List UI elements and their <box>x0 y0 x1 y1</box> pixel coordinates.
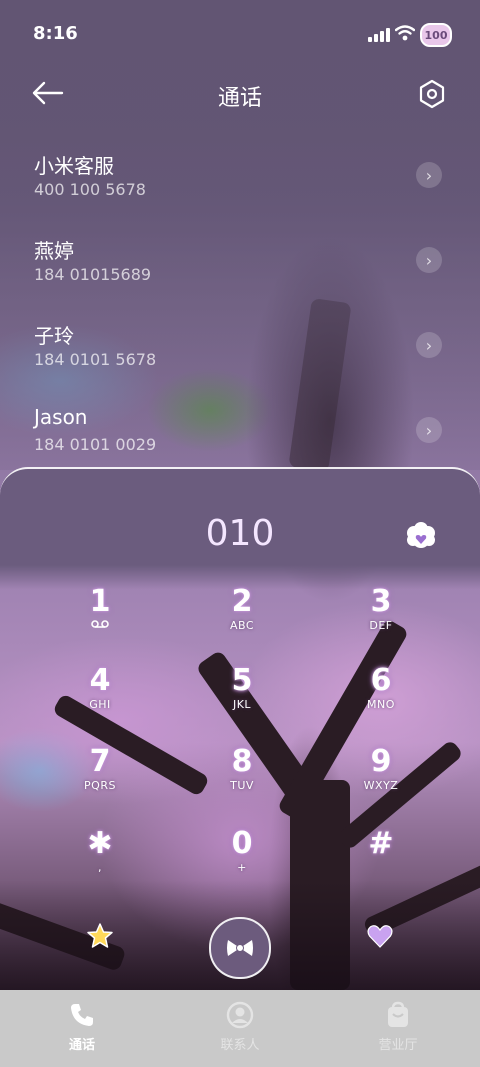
star-icon[interactable] <box>86 922 114 950</box>
wifi-icon <box>395 25 415 41</box>
call-item[interactable]: 燕婷 184 01015689 › <box>0 217 480 297</box>
heart-icon[interactable] <box>366 922 394 950</box>
dial-key-star[interactable]: ✱ , <box>40 827 160 897</box>
dial-key-3[interactable]: 3 DEF <box>321 585 441 655</box>
nav-item-store[interactable]: 营业厅 <box>343 1000 453 1053</box>
call-number: 184 0101 0029 <box>34 435 157 454</box>
call-number: 184 01015689 <box>34 265 152 284</box>
call-name: Jason <box>34 405 88 429</box>
settings-hexagon-icon[interactable] <box>416 78 448 110</box>
dial-key-4[interactable]: 4 GHI <box>40 664 160 734</box>
dial-panel: 010 <box>0 467 480 589</box>
dial-key-hash[interactable]: # <box>321 827 441 897</box>
dial-key-9[interactable]: 9 WXYZ <box>321 745 441 815</box>
chevron-right-icon[interactable]: › <box>416 162 442 188</box>
dial-key-8[interactable]: 8 TUV <box>182 745 302 815</box>
delete-heart-cloud-icon[interactable] <box>404 521 438 551</box>
call-number: 184 0101 5678 <box>34 350 157 369</box>
call-name: 燕婷 <box>34 239 74 263</box>
status-time: 8:16 <box>33 23 78 44</box>
call-button[interactable] <box>209 917 271 979</box>
contact-icon <box>226 1001 254 1029</box>
dial-key-1[interactable]: 1 <box>40 585 160 655</box>
app-header: 通话 <box>0 66 480 122</box>
dial-key-2[interactable]: 2 ABC <box>182 585 302 655</box>
call-number: 400 100 5678 <box>34 180 146 199</box>
dial-key-6[interactable]: 6 MNO <box>321 664 441 734</box>
call-item[interactable]: 子玲 184 0101 5678 › <box>0 302 480 382</box>
call-item[interactable]: 小米客服 400 100 5678 › <box>0 132 480 212</box>
battery-icon: 100 <box>420 23 452 47</box>
page-title: 通话 <box>217 86 262 111</box>
nav-item-calls[interactable]: 通话 <box>27 1000 137 1053</box>
voicemail-icon <box>91 620 109 628</box>
call-name: 小米客服 <box>34 154 114 178</box>
nav-item-contacts[interactable]: 联系人 <box>185 1000 295 1053</box>
chevron-right-icon[interactable]: › <box>416 332 442 358</box>
phone-icon <box>71 1004 93 1026</box>
status-bar: 8:16 100 <box>0 0 480 66</box>
chevron-right-icon[interactable]: › <box>416 247 442 273</box>
store-icon <box>388 1001 408 1027</box>
bow-icon <box>227 940 253 956</box>
dial-key-0[interactable]: 0 + <box>182 827 302 897</box>
dial-key-7[interactable]: 7 PQRS <box>40 745 160 815</box>
dial-key-5[interactable]: 5 JKL <box>182 664 302 734</box>
bottom-navigation: 通话 联系人 营业厅 <box>0 990 480 1067</box>
call-item[interactable]: Jason 184 0101 0029 › <box>0 387 480 467</box>
chevron-right-icon[interactable]: › <box>416 417 442 443</box>
signal-icon <box>368 26 390 42</box>
call-name: 子玲 <box>34 324 74 348</box>
